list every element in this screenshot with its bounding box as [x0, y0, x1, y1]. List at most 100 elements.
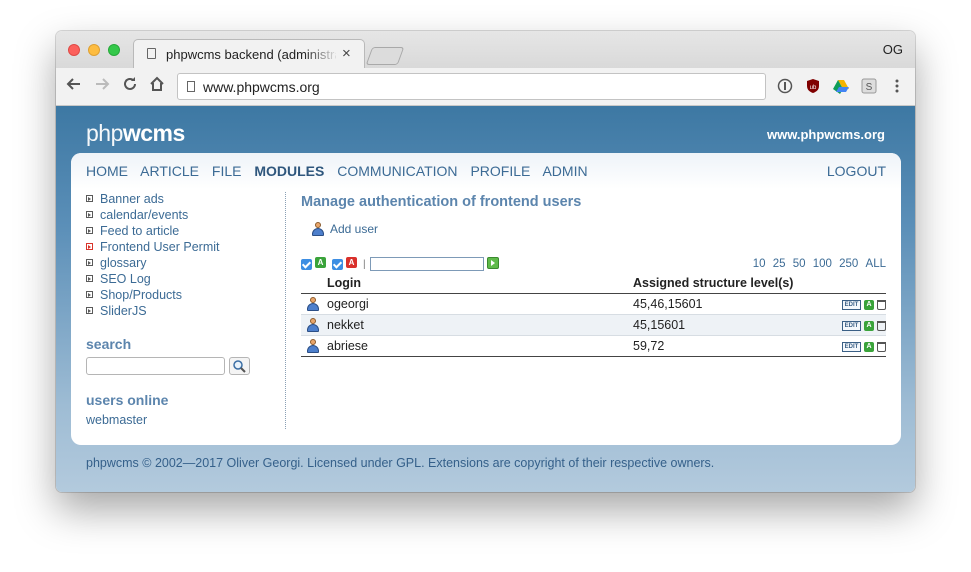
- actions-cell: EDIT A: [826, 315, 886, 336]
- paging-10[interactable]: 10: [753, 258, 766, 270]
- menu-home[interactable]: HOME: [86, 163, 128, 179]
- page-title: Manage authentication of frontend users: [301, 194, 582, 210]
- module-list: Banner ads calendar/events Feed to artic…: [86, 192, 285, 320]
- paging: 10 25 50 100 250 ALL: [749, 258, 886, 270]
- users-online-heading: users online: [86, 392, 169, 408]
- address-bar[interactable]: www.phpwcms.org: [177, 73, 766, 100]
- info-extension-icon[interactable]: [777, 78, 793, 94]
- active-toggle-icon[interactable]: A: [864, 299, 874, 310]
- arrow-box-icon: [86, 227, 93, 234]
- svg-text:ub: ub: [810, 85, 817, 91]
- page-icon: [147, 48, 156, 59]
- levels-cell: 45,15601: [633, 318, 686, 332]
- module-sliderjs[interactable]: SliderJS: [86, 304, 285, 320]
- drive-icon[interactable]: [833, 78, 849, 94]
- paging-50[interactable]: 50: [793, 258, 806, 270]
- maximize-window-button[interactable]: [108, 44, 120, 56]
- paging-25[interactable]: 25: [773, 258, 786, 270]
- module-label: Shop/Products: [100, 288, 182, 302]
- ublock-icon[interactable]: ub: [805, 78, 821, 94]
- arrow-box-icon: [86, 259, 93, 266]
- browser-toolbar: www.phpwcms.org ub S: [56, 68, 915, 106]
- column-login[interactable]: Login: [327, 273, 633, 294]
- menu-admin[interactable]: ADMIN: [542, 163, 587, 179]
- new-tab-button[interactable]: [365, 47, 405, 65]
- user-icon: [306, 339, 320, 354]
- menu-profile[interactable]: PROFILE: [470, 163, 530, 179]
- search-button[interactable]: [229, 357, 250, 375]
- arrow-box-icon: [86, 211, 93, 218]
- filter-go-button[interactable]: [487, 257, 499, 269]
- forward-icon[interactable]: [94, 76, 110, 96]
- reload-icon[interactable]: [122, 76, 138, 96]
- module-label: SliderJS: [100, 304, 147, 318]
- module-seo-log[interactable]: SEO Log: [86, 272, 285, 288]
- active-toggle-icon[interactable]: A: [864, 320, 874, 331]
- delete-icon[interactable]: [877, 299, 886, 310]
- sidebar: Banner ads calendar/events Feed to artic…: [86, 192, 286, 429]
- profile-badge[interactable]: OG: [883, 42, 903, 57]
- show-active-checkbox[interactable]: [301, 259, 312, 270]
- levels-cell: 45,46,15601: [633, 297, 703, 311]
- search-input[interactable]: [86, 357, 225, 375]
- tab-close-icon[interactable]: ×: [342, 45, 351, 62]
- filter-bar: A A | 10 25 50 100 250 ALL: [301, 256, 886, 272]
- menu-file[interactable]: FILE: [212, 163, 242, 179]
- close-window-button[interactable]: [68, 44, 80, 56]
- module-label: Frontend User Permit: [100, 240, 220, 254]
- browser-window: phpwcms backend (administra × OG www.php…: [56, 31, 915, 492]
- active-toggle-icon[interactable]: A: [864, 341, 874, 352]
- browser-menu-icon[interactable]: [889, 78, 905, 94]
- actions-cell: EDIT A: [826, 336, 886, 357]
- menu-article[interactable]: ARTICLE: [140, 163, 199, 179]
- module-label: calendar/events: [100, 208, 189, 222]
- actions-cell: EDIT A: [826, 294, 886, 315]
- paging-all[interactable]: ALL: [866, 258, 886, 270]
- table-row: abriese 59,72 EDIT A: [301, 336, 886, 357]
- menu-communication[interactable]: COMMUNICATION: [337, 163, 457, 179]
- module-frontend-user-permit[interactable]: Frontend User Permit: [86, 240, 285, 256]
- module-banner-ads[interactable]: Banner ads: [86, 192, 285, 208]
- user-icon: [306, 297, 320, 312]
- filter-input[interactable]: [370, 257, 484, 271]
- delete-icon[interactable]: [877, 320, 886, 331]
- show-inactive-checkbox[interactable]: [332, 259, 343, 270]
- filter-separator: |: [363, 259, 366, 270]
- edit-button[interactable]: EDIT: [842, 299, 861, 310]
- paging-100[interactable]: 100: [813, 258, 832, 270]
- module-calendar-events[interactable]: calendar/events: [86, 208, 285, 224]
- module-glossary[interactable]: glossary: [86, 256, 285, 272]
- paging-250[interactable]: 250: [839, 258, 858, 270]
- main-panel: HOME ARTICLE FILE MODULES COMMUNICATION …: [71, 153, 901, 445]
- levels-cell: 59,72: [633, 339, 665, 353]
- module-label: SEO Log: [100, 272, 151, 286]
- arrow-box-icon: [86, 195, 93, 202]
- column-levels[interactable]: Assigned structure level(s): [633, 273, 826, 294]
- table-row: nekket 45,15601 EDIT A: [301, 314, 886, 336]
- home-icon[interactable]: [149, 76, 165, 96]
- menu-modules[interactable]: MODULES: [254, 163, 324, 179]
- delete-icon[interactable]: [877, 341, 886, 352]
- back-icon[interactable]: [66, 76, 82, 96]
- module-label: Banner ads: [100, 192, 164, 206]
- login-cell: nekket: [327, 318, 364, 332]
- module-shop-products[interactable]: Shop/Products: [86, 288, 285, 304]
- browser-tab[interactable]: phpwcms backend (administra ×: [133, 39, 365, 68]
- url-text: www.phpwcms.org: [203, 79, 320, 95]
- s-extension-icon[interactable]: S: [861, 78, 877, 94]
- site-link[interactable]: www.phpwcms.org: [767, 127, 885, 142]
- module-feed-to-article[interactable]: Feed to article: [86, 224, 285, 240]
- minimize-window-button[interactable]: [88, 44, 100, 56]
- login-cell: ogeorgi: [327, 297, 369, 311]
- user-cell-icon: [301, 336, 327, 357]
- logout-link[interactable]: LOGOUT: [827, 163, 886, 179]
- module-label: glossary: [100, 256, 147, 270]
- edit-button[interactable]: EDIT: [842, 320, 861, 331]
- search-icon: [233, 360, 246, 373]
- table-header: Login Assigned structure level(s): [301, 273, 886, 294]
- page-info-icon[interactable]: [187, 81, 195, 92]
- user-cell-icon: [301, 294, 327, 315]
- main-menu: HOME ARTICLE FILE MODULES COMMUNICATION …: [71, 153, 901, 189]
- edit-button[interactable]: EDIT: [842, 341, 861, 352]
- add-user-icon: [311, 222, 325, 236]
